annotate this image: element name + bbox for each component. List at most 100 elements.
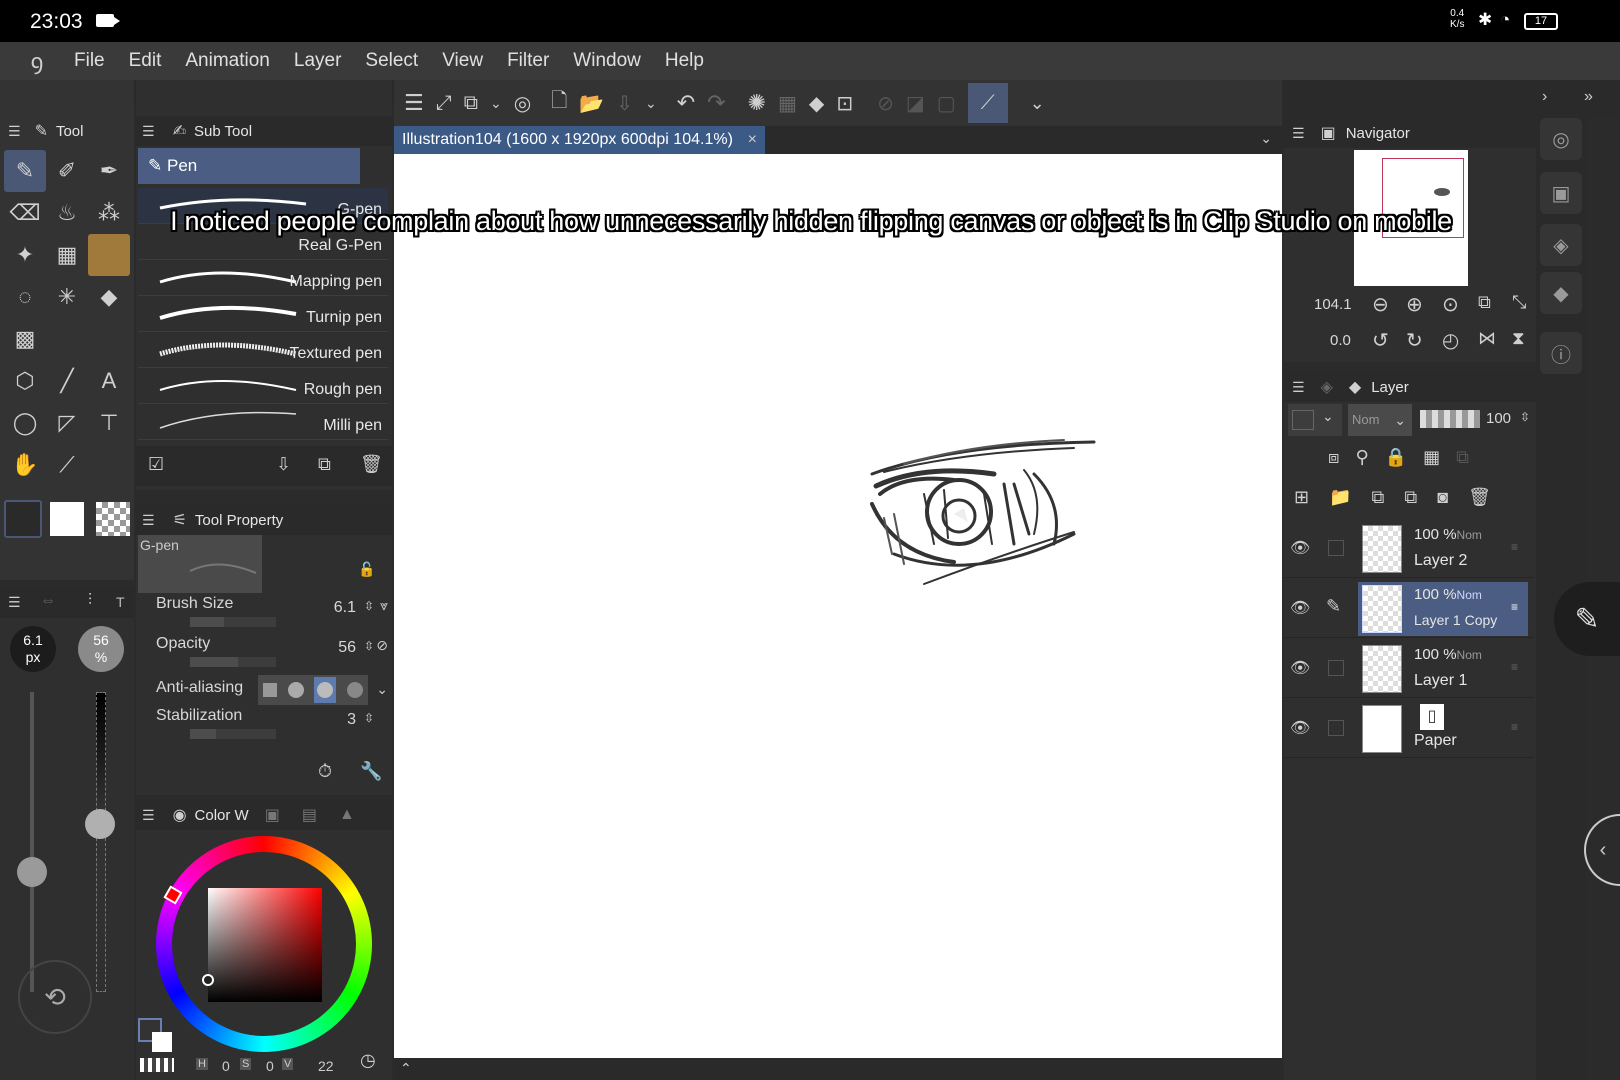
opacity-slider-knob[interactable]: [85, 809, 115, 839]
panel-menu-icon-4[interactable]: ☰: [142, 512, 155, 529]
pressure-icon-2[interactable]: ⊘: [376, 637, 388, 654]
menu-window[interactable]: Window: [573, 50, 641, 72]
hand-tool-icon[interactable]: ✋: [4, 444, 46, 486]
opacity-panel-icon[interactable]: ⫶: [88, 592, 92, 610]
aa-middle-option[interactable]: [314, 677, 337, 703]
brush-item-mapping-pen[interactable]: Mapping pen: [138, 260, 388, 296]
menu-filter[interactable]: Filter: [507, 50, 549, 72]
visibility-eye-icon-4[interactable]: 👁: [1290, 718, 1310, 738]
balloon-tool-icon[interactable]: ◯: [4, 402, 46, 444]
menu-edit[interactable]: Edit: [129, 50, 162, 72]
document-tab[interactable]: Illustration104 (1600 x 1920px 600dpi 10…: [394, 126, 765, 154]
sub-color-swatch[interactable]: [50, 502, 84, 536]
layer-property-tab-icon[interactable]: ◈: [1321, 377, 1333, 397]
layer-mask-icon[interactable]: ◙: [1437, 487, 1448, 508]
color-slider-tab-icon[interactable]: ▤: [302, 805, 317, 825]
clip-layer-icon[interactable]: ⧈: [1328, 447, 1339, 468]
magic-wand-tool-icon[interactable]: ✳: [46, 276, 88, 318]
selection-border-icon[interactable]: ▢: [937, 91, 956, 116]
fit-window-icon[interactable]: ⤡: [1512, 292, 1526, 313]
opacity-slider-track[interactable]: [96, 692, 106, 992]
frame-tool-icon[interactable]: ◸: [46, 402, 88, 444]
selection-off-icon[interactable]: ⊘: [877, 91, 894, 116]
sub-color-chip[interactable]: [152, 1032, 172, 1052]
aa-strong-option[interactable]: [346, 682, 363, 698]
navigator-dock-icon[interactable]: ◎: [1540, 118, 1582, 160]
aa-weak-option[interactable]: [287, 682, 304, 698]
close-tab-icon[interactable]: ×: [748, 126, 757, 154]
brush-item-rough-pen[interactable]: Rough pen: [138, 368, 388, 404]
layer-drag-handle-icon-3[interactable]: ≡: [1511, 660, 1518, 674]
pen-tool-icon-button[interactable]: ✎: [4, 150, 46, 192]
brush-size-bar[interactable]: [190, 617, 276, 627]
eyedropper-tool-icon[interactable]: ⟋: [46, 444, 88, 486]
new-file-icon[interactable]: 🗋: [551, 86, 567, 120]
menu-view[interactable]: View: [442, 50, 483, 72]
mask-enable-icon[interactable]: ⧉: [1456, 447, 1469, 468]
panel-menu-icon-2[interactable]: ☰: [8, 594, 21, 611]
delete-sub-tool-icon[interactable]: 🗑: [360, 454, 383, 475]
lasso-fill-icon[interactable]: ◎: [514, 91, 531, 116]
layer-row-paper[interactable]: 👁 ▯ Paper ≡: [1284, 700, 1534, 758]
stabilization-row[interactable]: Stabilization 3 ⇳: [144, 705, 388, 741]
chevron-down-icon[interactable]: ⌄: [490, 95, 502, 112]
brush-item-turnip-pen[interactable]: Turnip pen: [138, 296, 388, 332]
zoom-out-icon[interactable]: ⊖: [1372, 292, 1389, 317]
aa-none-option[interactable]: [263, 683, 278, 697]
flip-vertical-icon[interactable]: ⧗: [1512, 328, 1525, 349]
transparent-color-swatch[interactable]: [96, 502, 130, 536]
sub-tool-group-pen[interactable]: ✎ Pen: [138, 148, 360, 184]
zoom-in-icon[interactable]: ⊕: [1406, 292, 1423, 317]
flip-horizontal-icon[interactable]: ⋈: [1478, 328, 1496, 349]
eraser-tool-icon[interactable]: ⌫: [4, 192, 46, 234]
texture-tool-icon[interactable]: [88, 234, 130, 276]
gradient-tool-icon[interactable]: ▩: [4, 318, 46, 360]
panel-menu-icon-5[interactable]: ☰: [142, 807, 155, 824]
layer-drag-handle-icon[interactable]: ≡: [1511, 540, 1518, 554]
color-mix-tab-icon[interactable]: ▲: [339, 806, 355, 824]
import-sub-tool-icon[interactable]: ⇩: [276, 454, 291, 475]
panel-menu-icon[interactable]: ☰: [8, 123, 21, 140]
layer-row-layer-2[interactable]: 👁 100 %Nom Layer 2 ≡: [1284, 520, 1534, 578]
menu-file[interactable]: File: [74, 50, 105, 72]
saturation-value-square[interactable]: [208, 888, 322, 1002]
lock-icon[interactable]: 🔓: [358, 561, 375, 578]
layer-opacity-slider[interactable]: [1420, 410, 1480, 428]
brush-size-slider-knob[interactable]: [17, 857, 47, 887]
chevron-down-icon-4[interactable]: ⌄: [376, 681, 388, 698]
text-tool-icon[interactable]: A: [88, 360, 130, 402]
collapse-right-icon[interactable]: »: [1584, 88, 1593, 106]
clear-icon[interactable]: ▦: [778, 91, 797, 116]
new-folder-icon[interactable]: 📁: [1329, 487, 1351, 508]
layer-drag-handle-icon-4[interactable]: ≡: [1511, 720, 1518, 734]
undo-icon[interactable]: ↶: [677, 90, 695, 116]
grid-tool-icon[interactable]: ▦: [46, 234, 88, 276]
color-mode-icon[interactable]: ◷: [360, 1050, 376, 1071]
reference-layer-icon[interactable]: ⚲: [1355, 447, 1368, 468]
wrench-icon[interactable]: 🔧: [360, 761, 382, 782]
brush-size-slider-track[interactable]: [30, 692, 34, 992]
visibility-eye-icon-2[interactable]: 👁: [1290, 598, 1310, 618]
stepper-icon-4[interactable]: ⇳: [1520, 410, 1530, 424]
lock-transparency-icon[interactable]: ▦: [1423, 447, 1440, 468]
layer-row-layer-1[interactable]: 👁 100 %Nom Layer 1 ≡: [1284, 640, 1534, 698]
color-picker-handle[interactable]: [202, 974, 214, 986]
layer-color-dropdown[interactable]: ⌄: [1288, 404, 1342, 436]
menu-select[interactable]: Select: [365, 50, 418, 72]
menu-layer[interactable]: Layer: [294, 50, 342, 72]
brush-size-indicator[interactable]: 6.1 px: [10, 626, 56, 672]
object-tool-icon[interactable]: ⬡: [4, 360, 46, 402]
line-tool-icon[interactable]: ╱: [46, 360, 88, 402]
pencil-tool-icon[interactable]: ✐: [46, 150, 88, 192]
lasso-tool-icon[interactable]: ◌: [4, 276, 46, 318]
reset-rotation-icon[interactable]: ◴: [1442, 328, 1459, 353]
delete-layer-icon[interactable]: 🗑: [1468, 487, 1491, 508]
blend-mode-dropdown[interactable]: Nom ⌄: [1348, 404, 1412, 436]
fit-canvas-icon[interactable]: ⤢: [436, 92, 452, 115]
stepper-icon[interactable]: ⇳: [364, 599, 374, 613]
panel-menu-icon-6[interactable]: ☰: [1292, 125, 1305, 142]
chevron-down-icon-5[interactable]: ⌄: [1260, 130, 1272, 147]
lock-layer-icon[interactable]: 🔒: [1385, 447, 1407, 468]
merge-down-icon[interactable]: ⧉: [1404, 487, 1417, 508]
opacity-indicator[interactable]: 56%: [78, 626, 124, 672]
